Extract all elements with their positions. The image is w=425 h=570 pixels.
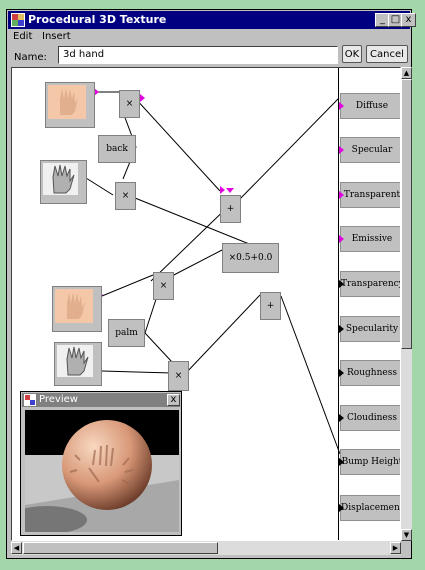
scroll-right-icon[interactable]: ▶ — [390, 542, 401, 554]
input-pin-icon — [339, 504, 344, 512]
hand-icon — [66, 346, 89, 376]
input-pin-icon — [339, 369, 344, 377]
input-pin-icon — [339, 280, 344, 288]
output-label: Specular — [351, 145, 393, 155]
scroll-left-icon[interactable]: ◀ — [11, 542, 22, 554]
hand-icon — [52, 164, 75, 194]
output-roughness[interactable]: Roughness — [339, 360, 400, 386]
multiply-node-bottom[interactable]: × — [168, 361, 189, 391]
output-label: Diffuse — [355, 101, 389, 111]
output-label: Bump Height — [341, 457, 401, 467]
output-label: Transparent — [343, 190, 401, 200]
preview-title: Preview — [39, 394, 78, 405]
skin-texture-node-2[interactable] — [52, 286, 102, 332]
output-label: Transparency — [341, 279, 401, 289]
name-label: Name: — [14, 52, 47, 63]
preview-render — [25, 410, 179, 532]
multiply-node-top[interactable]: × — [119, 90, 140, 118]
hand-icon — [60, 88, 78, 115]
scale-offset-node[interactable]: ×0.5+0.0 — [222, 243, 279, 273]
menu-insert[interactable]: Insert — [42, 31, 71, 42]
hand-image-node[interactable] — [40, 160, 87, 204]
menu-edit[interactable]: Edit — [13, 31, 32, 42]
output-transparent[interactable]: Transparent — [339, 182, 401, 208]
multiply-node-lower[interactable]: × — [153, 272, 174, 300]
output-transparency[interactable]: Transparency — [339, 271, 401, 297]
hand-image-node-2[interactable] — [54, 342, 102, 386]
output-emissive[interactable]: Emissive — [339, 226, 400, 252]
horizontal-scrollbar[interactable]: ◀ ▶ — [11, 541, 401, 555]
input-pin-icon — [339, 458, 344, 466]
horizontal-scroll-thumb[interactable] — [23, 542, 218, 554]
output-label: Cloudiness — [347, 413, 397, 423]
output-label: Roughness — [347, 368, 397, 378]
add-node-top[interactable]: + — [220, 195, 241, 223]
input-pin-icon — [339, 325, 344, 333]
output-specularity[interactable]: Specularity — [339, 316, 400, 342]
output-cloudiness[interactable]: Cloudiness — [339, 405, 400, 431]
texture-icon — [11, 13, 25, 27]
output-displacement[interactable]: Displacement — [339, 495, 401, 521]
multiply-node-mid[interactable]: × — [115, 182, 136, 210]
preview-title-bar[interactable]: Preview x — [22, 393, 180, 407]
output-divider — [338, 68, 339, 540]
back-node[interactable]: back — [98, 135, 136, 163]
hand-icon — [67, 292, 85, 319]
scroll-up-icon[interactable]: ▲ — [401, 67, 412, 79]
texture-icon — [24, 394, 36, 406]
input-pin-icon — [339, 191, 344, 199]
input-pin-icon — [339, 235, 344, 243]
output-label: Displacement — [341, 503, 401, 513]
output-label: Emissive — [351, 234, 393, 244]
vertical-scrollbar[interactable]: ▲ ▼ — [401, 67, 412, 541]
preview-window[interactable]: Preview x — [20, 391, 182, 536]
cancel-button[interactable]: Cancel — [366, 45, 408, 63]
menu-bar: Edit Insert — [8, 30, 410, 44]
output-specular[interactable]: Specular — [339, 137, 400, 163]
add-node-lower[interactable]: + — [260, 292, 281, 320]
palm-node[interactable]: palm — [108, 319, 145, 347]
input-pin-icon — [339, 146, 344, 154]
input-pin-icon — [339, 414, 344, 422]
title-bar[interactable]: Procedural 3D Texture _ □ x — [8, 11, 416, 29]
input-pin-icon — [339, 102, 344, 110]
skin-image — [48, 85, 86, 119]
name-input[interactable]: 3d hand — [58, 46, 338, 64]
scroll-down-icon[interactable]: ▼ — [401, 529, 412, 541]
output-label: Specularity — [345, 324, 399, 334]
vertical-scroll-thumb[interactable] — [401, 79, 412, 349]
output-bump-height[interactable]: Bump Height — [339, 449, 401, 475]
skin-texture-node[interactable] — [45, 82, 95, 128]
hand-image — [57, 345, 93, 377]
hand-image — [43, 163, 78, 195]
skin-image — [55, 289, 93, 323]
preview-close-button[interactable]: x — [167, 394, 180, 406]
ok-button[interactable]: OK — [342, 45, 362, 63]
textured-sphere — [25, 410, 179, 532]
close-button[interactable]: x — [401, 13, 416, 27]
window-title: Procedural 3D Texture — [28, 13, 167, 26]
name-bar: Name: 3d hand OK Cancel — [8, 44, 410, 68]
output-diffuse[interactable]: Diffuse — [339, 93, 400, 119]
